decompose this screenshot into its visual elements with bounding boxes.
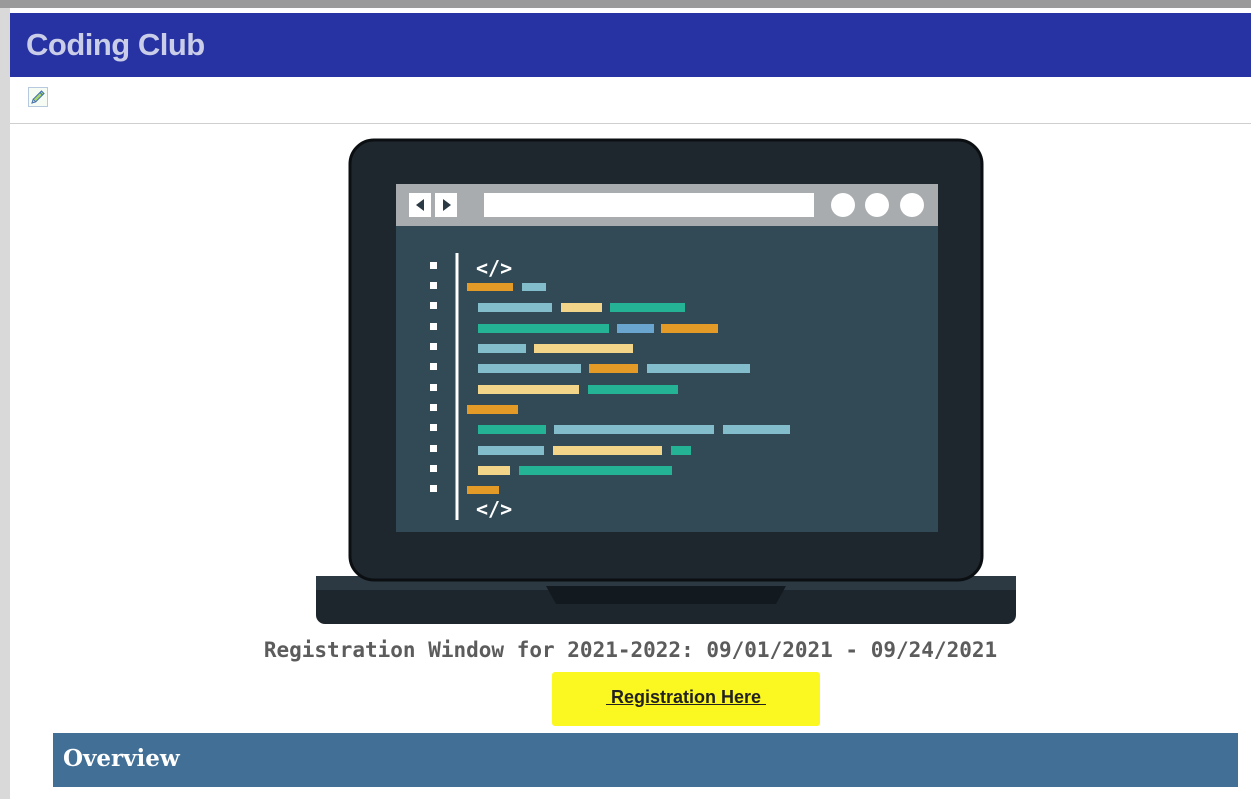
laptop-code-illustration: </> </> [316,138,1016,624]
registration-highlight: Registration Here [552,672,820,726]
laptop-screen [396,184,938,532]
address-bar [484,193,814,217]
page-content: Coding Club </> </> Registration Window … [10,8,1251,799]
window-dot-1 [831,193,855,217]
window-top-strip [0,0,1251,8]
code-close-tag: </> [476,497,512,521]
laptop-notch [546,586,786,604]
page-header: Coding Club [10,13,1251,77]
pencil-icon[interactable] [28,87,48,107]
overview-title: Overview [63,745,180,772]
toolbar [10,77,1251,124]
window-dot-3 [900,193,924,217]
overview-section-header: Overview [53,733,1238,787]
registration-window-text: Registration Window for 2021-2022: 09/01… [263,638,998,662]
code-open-tag: </> [476,256,512,280]
registration-link[interactable]: Registration Here [552,687,820,708]
page-title: Coding Club [26,27,205,62]
window-dot-2 [865,193,889,217]
